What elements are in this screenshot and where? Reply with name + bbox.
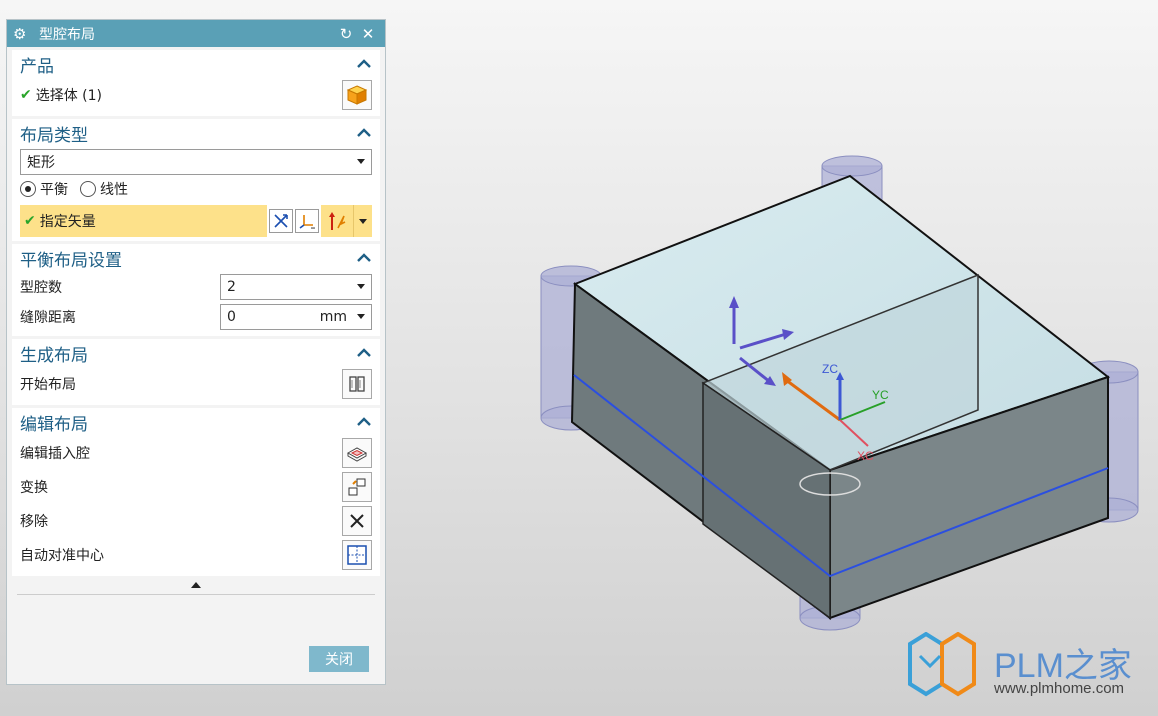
remove-label: 移除 <box>20 514 48 530</box>
dialog-titlebar: ⚙ 型腔布局 ↻ ✕ <box>7 20 385 47</box>
edit-insert-label: 编辑插入腔 <box>20 446 90 462</box>
specify-vector-field[interactable]: ✔ 指定矢量 <box>20 205 267 237</box>
close-button[interactable]: 关闭 <box>309 646 369 672</box>
specify-vector-row: ✔ 指定矢量 <box>20 205 372 237</box>
vector-type-dropdown[interactable] <box>353 205 372 237</box>
cavity-count-row: 型腔数 2 <box>12 272 380 302</box>
chevron-down-icon <box>357 314 365 319</box>
vector-axes-icon <box>299 215 315 229</box>
collapse-icon[interactable] <box>356 345 372 361</box>
watermark-url: www.plmhome.com <box>994 680 1125 697</box>
chevron-down-icon <box>359 218 367 224</box>
layout-radio-group: 平衡 线性 <box>12 175 380 203</box>
section-title: 产品 <box>20 56 54 77</box>
section-title: 布局类型 <box>20 125 88 146</box>
start-layout-label: 开始布局 <box>20 377 76 393</box>
auto-center-label: 自动对准中心 <box>20 548 104 564</box>
cavity-count-value: 2 <box>227 279 236 295</box>
check-icon: ✔ <box>20 87 32 103</box>
delete-x-icon <box>350 514 364 528</box>
plmhome-watermark: PLM之家 www.plmhome.com <box>906 632 1156 702</box>
section-product: 产品 ✔ 选择体 (1) <box>12 50 380 116</box>
reset-icon[interactable]: ↻ <box>335 25 357 43</box>
start-layout-button[interactable] <box>342 369 372 399</box>
transform-row: 变换 <box>12 470 380 504</box>
select-body-button[interactable] <box>342 80 372 110</box>
dialog-title: 型腔布局 <box>39 26 95 43</box>
section-title: 编辑布局 <box>20 414 88 435</box>
select-body-row: ✔ 选择体 (1) <box>12 78 380 112</box>
collapse-icon[interactable] <box>356 56 372 72</box>
gap-distance-input[interactable]: 0 mm <box>220 304 372 330</box>
transform-icon <box>348 478 366 496</box>
close-icon[interactable]: ✕ <box>357 25 379 43</box>
center-align-icon <box>347 545 367 565</box>
cavity-count-select[interactable]: 2 <box>220 274 372 300</box>
section-layout-type-header[interactable]: 布局类型 <box>12 119 380 147</box>
section-product-header[interactable]: 产品 <box>12 50 380 78</box>
3d-viewport[interactable]: ZC YC XC <box>386 0 1158 716</box>
gap-distance-row: 缝隙距离 0 mm <box>12 302 380 332</box>
select-body-label: 选择体 (1) <box>35 88 103 104</box>
vector-dialog-button[interactable] <box>295 209 319 233</box>
start-layout-row: 开始布局 <box>12 367 380 401</box>
reverse-direction-icon <box>274 214 288 228</box>
collapse-icon[interactable] <box>356 125 372 141</box>
collapse-icon[interactable] <box>356 414 372 430</box>
check-icon: ✔ <box>24 213 36 229</box>
vector-type-button[interactable] <box>321 205 353 237</box>
section-balanced-settings: 平衡布局设置 型腔数 2 缝隙距离 0 mm <box>12 244 380 336</box>
more-options-toggle[interactable] <box>17 582 375 595</box>
radio-linear-label: 线性 <box>100 182 128 198</box>
chevron-down-icon <box>357 159 365 164</box>
radio-balanced[interactable] <box>20 181 36 197</box>
gap-distance-value: 0 <box>227 309 236 325</box>
plmhome-logo-icon <box>908 632 976 697</box>
section-title: 生成布局 <box>20 345 88 366</box>
section-balanced-header[interactable]: 平衡布局设置 <box>12 244 380 272</box>
cavity-layout-dialog: ⚙ 型腔布局 ↻ ✕ 产品 ✔ 选择体 (1) 布局类型 矩形 平衡 线性 ✔ … <box>6 19 386 685</box>
gap-distance-label: 缝隙距离 <box>20 310 76 326</box>
section-generate-header[interactable]: 生成布局 <box>12 339 380 367</box>
section-layout-type: 布局类型 矩形 平衡 线性 ✔ 指定矢量 <box>12 119 380 241</box>
insert-pocket-icon <box>346 447 368 462</box>
layout-icon <box>349 376 365 392</box>
axis-label-xc: XC <box>857 449 874 463</box>
gear-icon[interactable]: ⚙ <box>13 25 31 43</box>
auto-center-button[interactable] <box>342 540 372 570</box>
collapse-icon[interactable] <box>356 250 372 266</box>
reverse-direction-button[interactable] <box>269 209 293 233</box>
transform-label: 变换 <box>20 480 48 496</box>
edit-insert-row: 编辑插入腔 <box>12 436 380 470</box>
remove-button[interactable] <box>342 506 372 536</box>
cube-icon <box>346 85 368 105</box>
layout-type-value: 矩形 <box>27 155 55 171</box>
axis-label-zc: ZC <box>822 362 838 376</box>
section-edit-layout: 编辑布局 编辑插入腔 变换 移除 自动对准中心 <box>12 408 380 576</box>
specify-vector-label: 指定矢量 <box>39 214 96 230</box>
chevron-down-icon <box>357 284 365 289</box>
axis-label-yc: YC <box>872 388 889 402</box>
radio-linear[interactable] <box>80 181 96 197</box>
chevron-up-icon <box>191 582 201 588</box>
layout-type-select[interactable]: 矩形 <box>20 149 372 175</box>
edit-insert-button[interactable] <box>342 438 372 468</box>
radio-balanced-label: 平衡 <box>40 182 68 198</box>
section-title: 平衡布局设置 <box>20 250 122 271</box>
cavity-count-label: 型腔数 <box>20 280 62 296</box>
remove-row: 移除 <box>12 504 380 538</box>
gap-distance-unit: mm <box>319 309 347 325</box>
transform-button[interactable] <box>342 472 372 502</box>
inferred-vector-icon <box>329 212 346 230</box>
section-generate-layout: 生成布局 开始布局 <box>12 339 380 405</box>
auto-center-row: 自动对准中心 <box>12 538 380 572</box>
section-edit-header[interactable]: 编辑布局 <box>12 408 380 436</box>
